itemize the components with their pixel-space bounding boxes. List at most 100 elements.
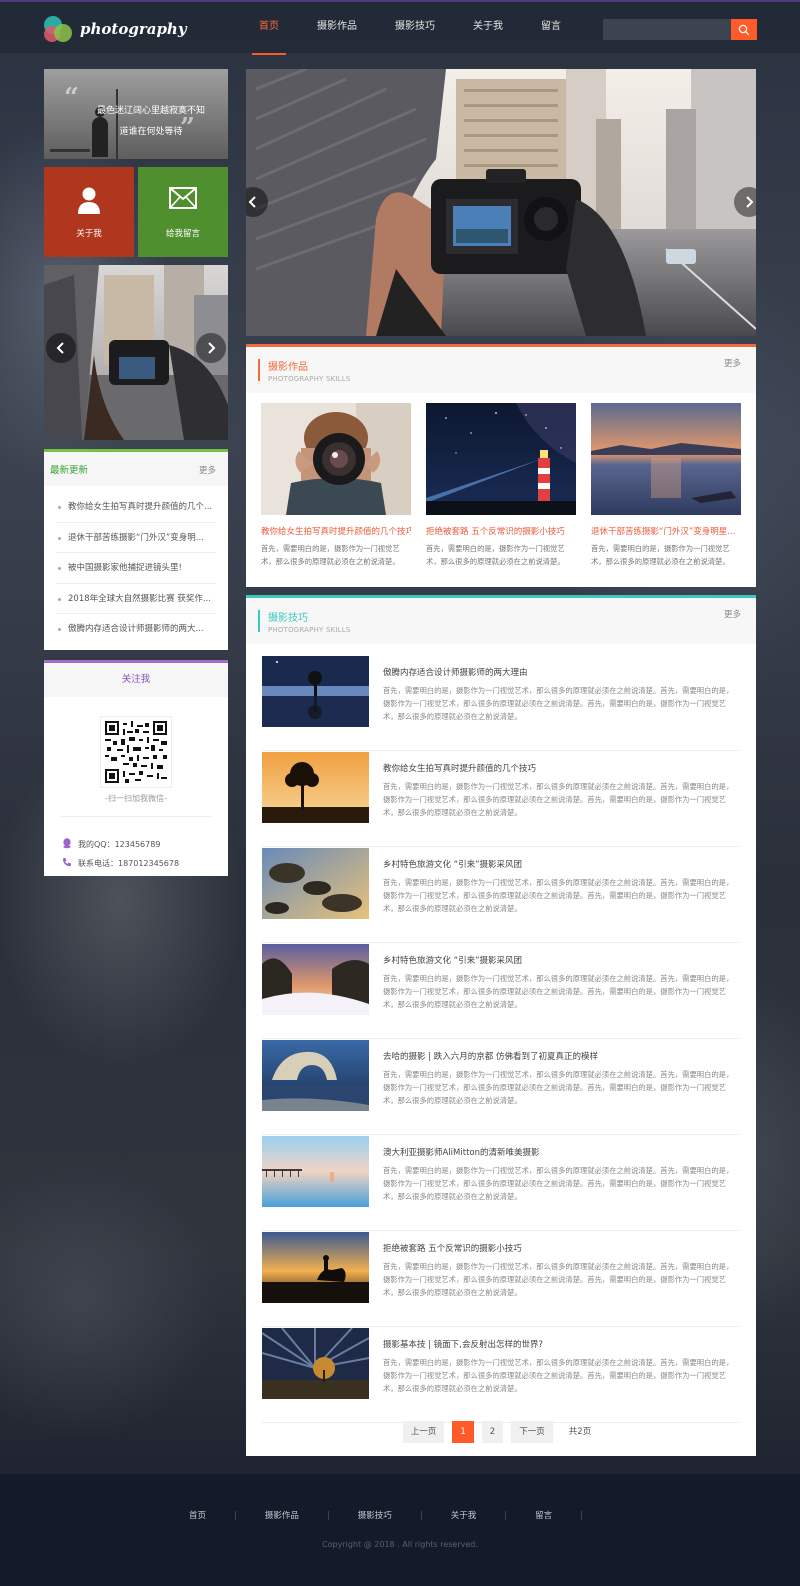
quote-open-icon: “ [64,83,79,113]
side-slider-next-button[interactable] [196,333,226,363]
tips-title: 摄影技巧 [268,613,308,624]
list-item[interactable]: 去哈的摄影 | 跌入六月的京都 仿佛看到了初夏真正的模样 首先，需要明白的是，摄… [262,1040,740,1135]
footer-nav-home[interactable]: 首页 [189,1511,206,1521]
list-item[interactable]: 教你给女生拍写真时提升颜值的几个... [56,492,216,523]
hero-banner-image [246,69,756,336]
qr-caption: -扫一扫加我微信- [105,794,167,803]
about-tile[interactable]: 关于我 [44,167,134,257]
nav-item-works[interactable]: 摄影作品 [304,2,370,55]
list-item[interactable]: 傲腾内存适合设计师摄影师的两大理由 首先，需要明白的是，摄影作为一门视觉艺术，那… [262,656,740,751]
quote-text-line1: 最色迷辽阔心里越寂寞不知 [96,106,205,116]
list-item[interactable]: 2018年全球大自然摄影比赛 获奖作... [56,584,216,614]
list-item[interactable]: 乡村特色旅游文化 “引来”摄影采风团 首先，需要明白的是，摄影作为一门视觉艺术，… [262,848,740,943]
footer-nav-separator: | [580,1511,583,1521]
side-slider-prev-button[interactable] [46,333,76,363]
tip-title[interactable]: 乡村特色旅游文化 “引来”摄影采风团 [383,954,522,966]
tip-image [262,848,369,919]
footer-nav-works[interactable]: 摄影作品 [265,1511,299,1521]
tips-section: 摄影技巧 PHOTOGRAPHY SKILLS 更多 傲腾内存适合设计师摄影师的… [246,595,756,1456]
footer-nav-separator: | [326,1511,330,1521]
tip-title[interactable]: 摄影基本技 | 镜面下,会反射出怎样的世界? [383,1338,543,1350]
works-subtitle: PHOTOGRAPHY SKILLS [268,375,351,383]
tip-title[interactable]: 乡村特色旅游文化 “引来”摄影采风团 [383,858,522,870]
footer-nav-about[interactable]: 关于我 [451,1511,477,1521]
work-card-desc: 首先，需要明白的是，摄影作为一门视觉艺术，那么很多的原理就必须在之前说清楚。 [591,544,730,566]
bench [50,149,90,152]
work-card-title[interactable]: 退休干部苦练摄影“门外汉”变身明星... [591,525,741,537]
nav-item-message[interactable]: 留言 [528,2,574,55]
latest-updates-more-link[interactable]: 更多 [199,464,216,476]
nav-item-home[interactable]: 首页 [246,2,292,55]
tip-image [262,1040,369,1111]
footer-nav-separator: | [504,1511,508,1521]
copyright: Copyright @ 2018 . All rights reserved. [322,1540,478,1549]
tip-title[interactable]: 去哈的摄影 | 跌入六月的京都 仿佛看到了初夏真正的模样 [383,1050,598,1062]
pagination-prev-button[interactable]: 上一页 [402,1421,445,1443]
works-more-link[interactable]: 更多 [724,357,741,369]
latest-updates-header: 最新更新 更多 [44,452,228,486]
latest-updates-title: 最新更新 [50,465,89,476]
qq-label: 我的QQ： [78,840,115,849]
search-icon [738,24,750,35]
search-box [603,19,757,40]
logo-text: photography [80,20,187,38]
list-item[interactable]: 摄影基本技 | 镜面下,会反射出怎样的世界? 首先，需要明白的是，摄影作为一门视… [262,1328,740,1423]
tip-desc: 首先，需要明白的是，摄影作为一门视觉艺术，那么很多的原理就必须在之前说清楚。首先… [383,782,734,817]
tip-title[interactable]: 教你给女生拍写真时提升颜值的几个技巧 [383,762,536,774]
pagination-page-button[interactable]: 2 [481,1421,504,1443]
chevron-right-icon [746,196,754,208]
side-slider [44,265,228,440]
list-item[interactable]: 拒绝被套路 五个反常识的摄影小技巧 首先，需要明白的是，摄影作为一门视觉艺术，那… [262,1232,740,1327]
phone-row: 联系电话： 187012345678 [62,857,179,869]
tip-title[interactable]: 澳大利亚摄影师AliMitton的清新唯美摄影 [383,1146,540,1158]
pagination-total: 共2页 [568,1427,592,1437]
search-input[interactable] [603,19,731,40]
list-item[interactable]: 退休干部苦练摄影“门外汉”变身明... [56,523,216,553]
search-button[interactable] [731,19,757,40]
message-tile[interactable]: 给我留言 [138,167,228,257]
tip-title[interactable]: 拒绝被套路 五个反常识的摄影小技巧 [383,1242,522,1254]
follow-me-panel: 关注我 -扫一扫加我微信- 我的QQ： 123456789 联系电话： 1870… [44,660,228,876]
latest-updates-list: 教你给女生拍写真时提升颜值的几个... 退休干部苦练摄影“门外汉”变身明... … [56,492,216,645]
chevron-left-icon [56,342,64,354]
hero-banner [246,69,756,336]
footer-nav-separator: | [419,1511,423,1521]
message-tile-label: 给我留言 [165,229,200,239]
work-card-desc: 首先，需要明白的是，摄影作为一门视觉艺术，那么很多的原理就必须在之前说清楚。 [261,544,400,566]
about-tile-label: 关于我 [76,229,102,239]
footer-nav-skills[interactable]: 摄影技巧 [358,1511,392,1521]
pagination: 上一页 1 2 下一页 共2页 [246,1421,756,1443]
footer [0,1474,800,1586]
tip-title[interactable]: 傲腾内存适合设计师摄影师的两大理由 [383,666,528,678]
tip-desc: 首先，需要明白的是，摄影作为一门视觉艺术，那么很多的原理就必须在之前说清楚。首先… [383,878,734,913]
main-nav: 首页 摄影作品 摄影技巧 关于我 留言 [246,2,586,55]
tip-desc: 首先，需要明白的是，摄影作为一门视觉艺术，那么很多的原理就必须在之前说清楚。首先… [383,1262,734,1297]
footer-nav: 首页 | 摄影作品 | 摄影技巧 | 关于我 | 留言 | [0,1509,800,1521]
works-header: 摄影作品 PHOTOGRAPHY SKILLS 更多 [246,347,756,393]
tip-desc: 首先，需要明白的是，摄影作为一门视觉艺术，那么很多的原理就必须在之前说清楚。首先… [383,974,734,1009]
work-card-title[interactable]: 拒绝被套路 五个反常识的摄影小技巧 [426,525,576,537]
tips-more-link[interactable]: 更多 [724,608,741,620]
user-icon [78,187,100,214]
list-item[interactable]: 被中国摄影家他捕捉进镜头里! [56,553,216,584]
chevron-left-icon [248,196,256,208]
tip-image [262,752,369,823]
logo[interactable]: photography [44,16,187,46]
tip-image [262,656,369,727]
list-item[interactable]: 傲腾内存适合设计师摄影师的两大... [56,614,216,645]
list-item[interactable]: 澳大利亚摄影师AliMitton的清新唯美摄影 首先，需要明白的是，摄影作为一门… [262,1136,740,1231]
footer-nav-message[interactable]: 留言 [535,1511,552,1521]
work-card-desc: 首先，需要明白的是，摄影作为一门视觉艺术，那么很多的原理就必须在之前说清楚。 [426,544,565,566]
nav-item-about[interactable]: 关于我 [460,2,516,55]
section-accent-bar [258,359,260,381]
tips-header: 摄影技巧 PHOTOGRAPHY SKILLS 更多 [246,598,756,644]
works-section: 摄影作品 PHOTOGRAPHY SKILLS 更多 教你给女生拍写真时提升颜值… [246,344,756,587]
pagination-next-button[interactable]: 下一页 [511,1421,553,1443]
nav-item-skills[interactable]: 摄影技巧 [382,2,448,55]
list-item[interactable]: 乡村特色旅游文化 “引来”摄影采风团 首先，需要明白的是，摄影作为一门视觉艺术，… [262,944,740,1039]
hero-next-button[interactable] [734,187,756,217]
pagination-page-button[interactable]: 1 [452,1421,474,1443]
list-item[interactable]: 教你给女生拍写真时提升颜值的几个技巧 首先，需要明白的是，摄影作为一门视觉艺术，… [262,752,740,847]
qr-code [100,716,172,788]
work-card-title[interactable]: 教你给女生拍写真时提升颜值的几个技巧 [261,525,411,537]
